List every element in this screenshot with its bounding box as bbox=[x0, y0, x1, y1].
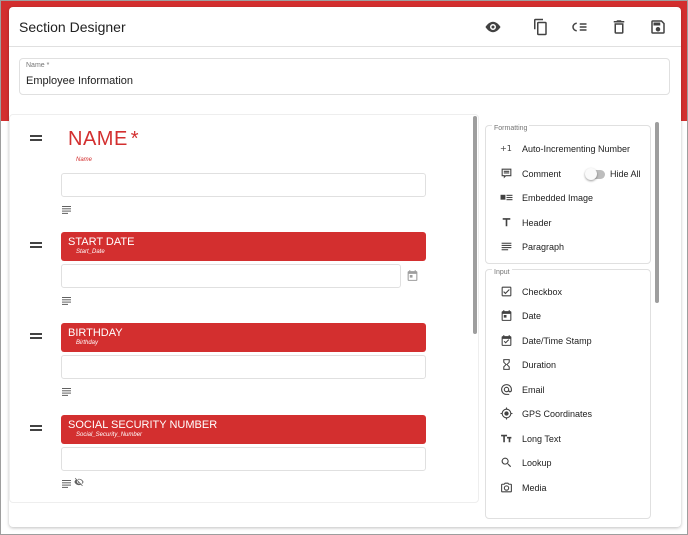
name-value-input[interactable] bbox=[61, 173, 426, 197]
hide-all-toggle[interactable] bbox=[585, 168, 605, 180]
paragraph-icon bbox=[500, 240, 513, 253]
field-bar-birthday[interactable]: BIRTHDAY Birthday bbox=[61, 323, 426, 352]
field-label-name: NAME * bbox=[68, 128, 140, 150]
field-palette: Formatting +1 Auto-Incrementing Number C… bbox=[485, 114, 665, 519]
checkbox-icon bbox=[500, 285, 513, 298]
palette-item-gps[interactable]: GPS Coordinates bbox=[500, 407, 648, 421]
palette-item-duration[interactable]: Duration bbox=[500, 358, 648, 372]
field-label-birthday: BIRTHDAY bbox=[68, 327, 123, 339]
calendar-icon[interactable] bbox=[406, 269, 419, 282]
long-text-icon bbox=[500, 432, 513, 445]
embedded-image-icon bbox=[500, 191, 513, 204]
palette-item-auto-increment[interactable]: +1 Auto-Incrementing Number bbox=[500, 142, 648, 156]
list-icon[interactable] bbox=[570, 18, 588, 36]
palette-item-paragraph[interactable]: Paragraph bbox=[500, 240, 648, 254]
plus-one-icon: +1 bbox=[500, 142, 513, 155]
hide-all-label: Hide All bbox=[610, 169, 641, 179]
comment-icon bbox=[500, 167, 513, 180]
palette-item-date[interactable]: Date bbox=[500, 309, 648, 323]
field-subtitle-birthday: Birthday bbox=[76, 340, 99, 346]
copy-icon[interactable] bbox=[531, 18, 549, 36]
drag-handle[interactable] bbox=[30, 425, 42, 433]
notes-icon[interactable] bbox=[62, 201, 71, 214]
drag-handle[interactable] bbox=[30, 135, 42, 143]
start-date-input[interactable] bbox=[61, 264, 401, 288]
field-subtitle-name: Name bbox=[76, 157, 93, 163]
palette-item-media[interactable]: Media bbox=[500, 481, 648, 495]
notes-icon[interactable] bbox=[62, 383, 71, 396]
at-icon bbox=[500, 383, 513, 396]
canvas-scrollbar[interactable] bbox=[473, 116, 477, 334]
input-title: Input bbox=[492, 269, 512, 276]
datetime-icon bbox=[500, 334, 513, 347]
palette-item-embedded-image[interactable]: Embedded Image bbox=[500, 191, 648, 205]
eye-icon[interactable] bbox=[484, 18, 502, 36]
palette-item-checkbox[interactable]: Checkbox bbox=[500, 285, 648, 299]
birthday-input[interactable] bbox=[61, 355, 426, 379]
window: Section Designer Name * Employee Informa… bbox=[0, 0, 688, 535]
hourglass-icon bbox=[500, 358, 513, 371]
visibility-off-icon[interactable] bbox=[74, 474, 84, 487]
gps-icon bbox=[500, 407, 513, 420]
toggle-knob bbox=[585, 168, 597, 180]
search-icon bbox=[500, 456, 513, 469]
title-bar: Section Designer bbox=[9, 7, 681, 47]
section-canvas: NAME * Name START DATE Start_Date BIRTHDA… bbox=[9, 114, 479, 503]
input-section: Input Checkbox Date Date/Time Stamp Dura… bbox=[485, 269, 651, 519]
delete-icon[interactable] bbox=[610, 18, 628, 36]
name-field[interactable]: Name * bbox=[19, 58, 670, 95]
palette-item-lookup[interactable]: Lookup bbox=[500, 456, 648, 470]
camera-icon bbox=[500, 481, 513, 494]
notes-icon[interactable] bbox=[62, 292, 71, 305]
palette-item-email[interactable]: Email bbox=[500, 383, 648, 397]
palette-scrollbar[interactable] bbox=[655, 122, 659, 303]
palette-item-comment[interactable]: Comment Hide All bbox=[500, 167, 648, 181]
field-label-start-date: START DATE bbox=[68, 236, 135, 248]
formatting-title: Formatting bbox=[492, 125, 530, 132]
formatting-section: Formatting +1 Auto-Incrementing Number C… bbox=[485, 125, 651, 264]
palette-item-datetime[interactable]: Date/Time Stamp bbox=[500, 334, 648, 348]
field-bar-start-date[interactable]: START DATE Start_Date bbox=[61, 232, 426, 261]
calendar-icon bbox=[500, 309, 513, 322]
name-field-label: Name * bbox=[26, 62, 50, 69]
palette-item-header[interactable]: Header bbox=[500, 216, 648, 230]
header-icon bbox=[500, 216, 513, 229]
notes-icon[interactable] bbox=[62, 475, 71, 488]
drag-handle[interactable] bbox=[30, 242, 42, 250]
field-subtitle-ssn: Social_Security_Number bbox=[76, 432, 143, 438]
ssn-input[interactable] bbox=[61, 447, 426, 471]
save-icon[interactable] bbox=[649, 18, 667, 36]
field-bar-ssn[interactable]: SOCIAL SECURITY NUMBER Social_Security_N… bbox=[61, 415, 426, 444]
page-title: Section Designer bbox=[19, 19, 126, 35]
field-subtitle-start-date: Start_Date bbox=[76, 249, 105, 255]
name-input[interactable] bbox=[26, 75, 646, 87]
svg-text:+1: +1 bbox=[500, 143, 512, 153]
drag-handle[interactable] bbox=[30, 333, 42, 341]
palette-item-long-text[interactable]: Long Text bbox=[500, 432, 648, 446]
field-label-ssn: SOCIAL SECURITY NUMBER bbox=[68, 419, 218, 431]
required-mark: * bbox=[130, 128, 140, 150]
